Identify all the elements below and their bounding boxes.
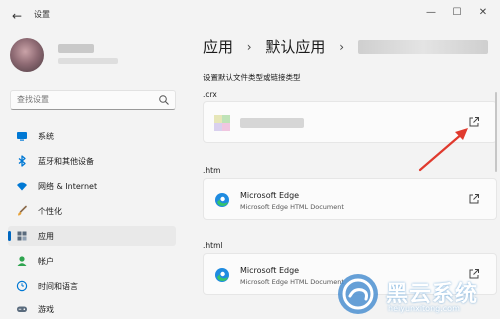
brush-icon <box>18 205 27 216</box>
chevron-right-icon: › <box>246 39 252 54</box>
sidebar-item-label: 蓝牙和其他设备 <box>38 157 94 166</box>
sidebar-item-label: 个性化 <box>38 207 62 216</box>
sidebar-item-apps[interactable]: 应用 <box>8 226 176 246</box>
watermark: 黑云系统 heiyunxitong.com <box>336 270 500 319</box>
app-name-redacted <box>240 118 304 128</box>
user-name-redacted <box>58 44 94 53</box>
search-box[interactable] <box>10 90 176 110</box>
app-name: Microsoft Edge <box>240 266 300 275</box>
person-icon <box>17 256 27 266</box>
sidebar-item-label: 时间和语言 <box>38 282 78 291</box>
breadcrumb-current-redacted <box>357 39 488 54</box>
window-title: 设置 <box>34 10 50 19</box>
chevron-right-icon: › <box>339 39 344 54</box>
app-description: Microsoft Edge HTML Document <box>240 203 344 211</box>
monitor-icon <box>17 132 27 141</box>
gamepad-icon <box>17 306 27 312</box>
maximize-button[interactable]: ☐ <box>446 4 468 22</box>
edge-icon <box>215 193 229 207</box>
app-name: Microsoft Edge <box>240 191 300 200</box>
sidebar-item-label: 游戏 <box>38 305 54 314</box>
minimize-button[interactable]: — <box>420 4 442 22</box>
section-description: 设置默认文件类型或链接类型 <box>203 73 301 82</box>
sidebar-item-time-language[interactable]: 时间和语言 <box>8 276 176 296</box>
search-input[interactable] <box>17 95 157 104</box>
sidebar-item-label: 应用 <box>38 232 54 241</box>
open-external-icon[interactable] <box>468 193 480 205</box>
open-external-icon[interactable] <box>468 116 480 128</box>
app-description: Microsoft Edge HTML Document <box>240 278 344 286</box>
watermark-url: heiyunxitong.com <box>388 304 460 313</box>
file-extension-label: .crx <box>203 90 217 99</box>
cloud-logo-icon <box>338 274 378 314</box>
breadcrumb-apps[interactable]: 应用 <box>203 36 233 57</box>
sidebar-item-personalization[interactable]: 个性化 <box>8 201 176 221</box>
sidebar-item-bluetooth[interactable]: 蓝牙和其他设备 <box>8 151 176 171</box>
breadcrumb: 应用 › 默认应用 › <box>203 36 488 58</box>
sidebar-item-label: 系统 <box>38 132 54 141</box>
sidebar-item-system[interactable]: 系统 <box>8 126 176 146</box>
scrollbar[interactable] <box>495 92 497 172</box>
bluetooth-icon <box>18 155 26 167</box>
sidebar-item-accounts[interactable]: 帐户 <box>8 251 176 271</box>
avatar[interactable] <box>10 38 44 72</box>
default-app-card-crx[interactable] <box>203 101 497 143</box>
arrow-left-icon: ← <box>11 9 23 23</box>
file-extension-label: .htm <box>203 166 221 175</box>
back-button[interactable]: ← <box>8 7 26 25</box>
wifi-icon <box>17 182 27 191</box>
user-email-redacted <box>58 58 118 64</box>
breadcrumb-default-apps[interactable]: 默认应用 <box>265 36 325 57</box>
close-button[interactable]: ✕ <box>472 4 494 22</box>
apps-icon <box>17 231 27 241</box>
search-icon[interactable] <box>158 94 170 106</box>
globe-clock-icon <box>16 280 28 292</box>
file-extension-label: .html <box>203 241 223 250</box>
sidebar-item-label: 网络 & Internet <box>38 182 98 191</box>
sidebar-item-network[interactable]: 网络 & Internet <box>8 176 176 196</box>
title-bar: ← 设置 — ☐ ✕ <box>0 0 500 32</box>
app-icon-redacted <box>214 115 230 131</box>
sidebar-item-label: 帐户 <box>38 257 54 266</box>
sidebar: 系统 蓝牙和其他设备 网络 & Internet 个性化 应用 <box>0 32 185 319</box>
sidebar-item-gaming[interactable]: 游戏 <box>8 299 176 319</box>
edge-icon <box>215 268 229 282</box>
default-app-card-htm[interactable]: Microsoft Edge Microsoft Edge HTML Docum… <box>203 178 497 220</box>
